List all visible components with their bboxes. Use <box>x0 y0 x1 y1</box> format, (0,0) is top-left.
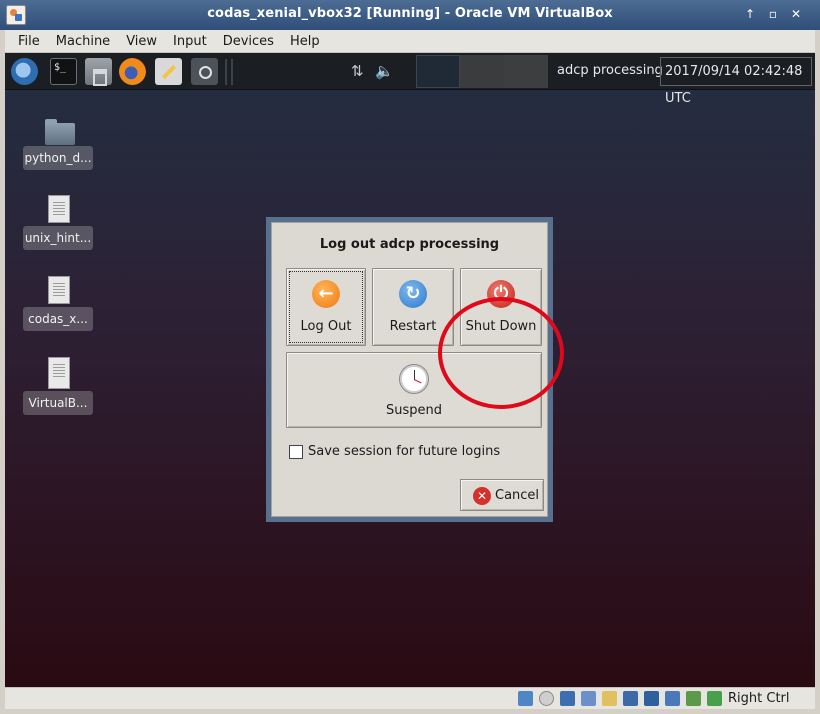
shared-folders-icon[interactable] <box>602 691 617 706</box>
desktop-icon-label: codas_x... <box>23 307 93 331</box>
annotation-circle <box>438 297 564 409</box>
desktop-icon-python[interactable]: python_d... <box>23 115 93 171</box>
window-title: codas_xenial_vbox32 [Running] - Oracle V… <box>207 6 613 21</box>
folder-icon <box>45 119 75 145</box>
menu-input[interactable]: Input <box>165 30 215 53</box>
menu-file[interactable]: File <box>5 30 48 53</box>
menu-devices[interactable]: Devices <box>215 30 282 53</box>
display-icon[interactable] <box>623 691 638 706</box>
window-close-button[interactable]: ✕ <box>788 6 804 22</box>
menu-view[interactable]: View <box>118 30 165 53</box>
panel-separator <box>225 59 233 85</box>
menu-help[interactable]: Help <box>282 30 328 53</box>
panel-clock[interactable]: 2017/09/14 02:42:48 UTC <box>660 57 812 106</box>
log-out-button[interactable]: ← Log Out <box>286 268 366 346</box>
network-icon[interactable]: ⇅ <box>351 62 364 80</box>
window-restore-button[interactable]: ▫ <box>765 6 781 22</box>
panel-username[interactable]: adcp processing <box>557 63 663 78</box>
clock-icon <box>399 364 429 394</box>
workspace-2[interactable] <box>460 55 504 88</box>
desktop-icon-label: unix_hint... <box>23 226 93 250</box>
text-editor-icon[interactable] <box>155 58 182 85</box>
desktop-icon-virtualbox[interactable]: VirtualB... <box>23 355 93 415</box>
screenshot-icon[interactable] <box>191 58 218 85</box>
restart-icon: ↻ <box>399 280 427 308</box>
statusbar: Right Ctrl <box>5 687 815 709</box>
firefox-icon[interactable] <box>119 58 146 85</box>
cancel-button[interactable]: ✕ Cancel <box>460 479 544 511</box>
save-session-label[interactable]: Save session for future logins <box>308 444 500 459</box>
cancel-label: Cancel <box>495 488 540 503</box>
workspace-1[interactable] <box>416 55 460 88</box>
window-titlebar: codas_xenial_vbox32 [Running] - Oracle V… <box>0 0 820 30</box>
desktop-icon-codas[interactable]: codas_x... <box>23 274 93 332</box>
desktop-icon-unix-hints[interactable]: unix_hint... <box>23 193 93 251</box>
host-key-label: Right Ctrl <box>728 691 790 706</box>
terminal-icon[interactable]: $_ <box>50 58 77 85</box>
virtualization-icon[interactable] <box>686 691 701 706</box>
network-adapter-icon[interactable] <box>560 691 575 706</box>
host-key-arrow-icon[interactable] <box>707 691 722 706</box>
video-capture-icon[interactable] <box>644 691 659 706</box>
usb-icon[interactable] <box>581 691 596 706</box>
log-out-icon: ← <box>312 280 340 308</box>
dialog-title: Log out adcp processing <box>319 237 500 252</box>
cancel-icon: ✕ <box>473 487 491 505</box>
optical-drive-icon[interactable] <box>539 691 554 706</box>
menu-machine[interactable]: Machine <box>48 30 118 53</box>
window-up-arrow-button[interactable]: ↑ <box>742 6 758 22</box>
document-icon <box>48 276 70 304</box>
volume-icon[interactable]: 🔈 <box>375 62 394 80</box>
guest-panel: $_ ⇅ 🔈 adcp processing 2017/09/14 02:42:… <box>5 53 815 106</box>
guest-screen[interactable]: $_ ⇅ 🔈 adcp processing 2017/09/14 02:42:… <box>5 53 815 687</box>
workspace-3[interactable] <box>504 55 548 88</box>
desktop-icon-label: python_d... <box>23 146 93 170</box>
log-out-label: Log Out <box>300 319 352 334</box>
restart-label: Restart <box>389 319 437 334</box>
document-icon <box>48 357 70 389</box>
menubar: File Machine View Input Devices Help <box>5 30 815 53</box>
document-icon <box>48 195 70 223</box>
cpu-icon[interactable] <box>665 691 680 706</box>
desktop-icon-label: VirtualB... <box>23 391 93 415</box>
hard-disk-icon[interactable] <box>518 691 533 706</box>
xfce-menu-icon[interactable] <box>11 58 38 85</box>
file-manager-icon[interactable] <box>85 58 112 86</box>
save-session-checkbox[interactable] <box>289 445 303 459</box>
